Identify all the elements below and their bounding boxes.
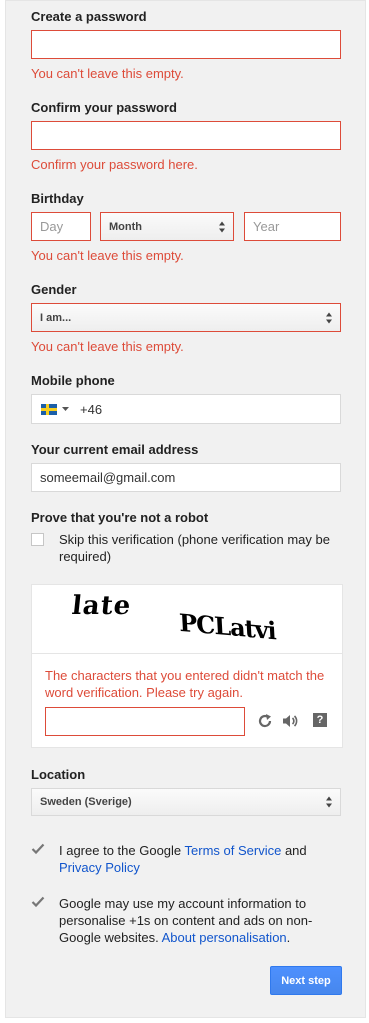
month-selected: Month bbox=[109, 220, 142, 233]
refresh-icon[interactable] bbox=[257, 713, 273, 729]
password-label: Create a password bbox=[31, 9, 147, 24]
location-selected: Sweden (Sverige) bbox=[40, 796, 132, 808]
gender-error: You can't leave this empty. bbox=[31, 339, 184, 354]
privacy-policy-link[interactable]: Privacy Policy bbox=[59, 860, 140, 875]
email-value: someemail@gmail.com bbox=[40, 470, 176, 485]
personalise-line2: personalise +1s on content and ads on no… bbox=[59, 913, 313, 928]
captcha-word2: PCLatvi bbox=[178, 607, 277, 646]
skip-verification-checkbox[interactable] bbox=[31, 533, 44, 546]
skip-verification-text: Skip this verification (phone verificati… bbox=[59, 531, 330, 565]
location-select[interactable]: Sweden (Sverige) bbox=[31, 788, 341, 816]
next-step-button[interactable]: Next step bbox=[270, 966, 342, 995]
terms-and: and bbox=[281, 843, 307, 858]
select-arrows-icon bbox=[326, 796, 333, 808]
terms-text: I agree to the Google Terms of Service a… bbox=[59, 842, 329, 876]
skip-text-line2: required) bbox=[59, 549, 112, 564]
gender-select[interactable]: I am... bbox=[31, 303, 341, 332]
password-error: You can't leave this empty. bbox=[31, 66, 184, 81]
mobile-phone-value: +46 bbox=[80, 401, 103, 417]
terms-checkbox[interactable] bbox=[31, 843, 45, 856]
confirm-password-error: Confirm your password here. bbox=[31, 157, 198, 172]
personalise-checkbox[interactable] bbox=[31, 896, 45, 909]
sweden-flag-icon bbox=[41, 403, 57, 415]
day-placeholder: Day bbox=[40, 219, 64, 234]
birthday-label: Birthday bbox=[31, 191, 84, 206]
personalise-end: . bbox=[286, 930, 291, 945]
checkmark-icon bbox=[31, 896, 45, 908]
terms-prefix: I agree to the Google bbox=[59, 843, 185, 858]
select-arrows-icon bbox=[219, 221, 226, 232]
audio-icon[interactable] bbox=[282, 713, 298, 729]
personalise-line1: Google may use my account information to bbox=[59, 896, 307, 911]
captcha-box: late PCLatvi The characters that you ent… bbox=[31, 584, 343, 748]
confirm-password-label: Confirm your password bbox=[31, 100, 177, 115]
personalise-line3: Google websites. About personalisation. bbox=[59, 929, 339, 946]
personalise-line3-text: Google websites. bbox=[59, 930, 162, 945]
birthday-year-field[interactable]: Year bbox=[244, 212, 341, 241]
email-label: Your current email address bbox=[31, 442, 199, 457]
captcha-error: The characters that you entered didn't m… bbox=[45, 667, 324, 701]
about-personalisation-link[interactable]: About personalisation bbox=[162, 930, 287, 945]
email-field[interactable]: someemail@gmail.com bbox=[31, 463, 341, 492]
captcha-error-line2: word verification. Please try again. bbox=[45, 685, 243, 700]
birthday-month-select[interactable]: Month bbox=[100, 212, 234, 241]
gender-selected: I am... bbox=[40, 311, 72, 324]
password-field[interactable] bbox=[31, 30, 341, 59]
birthday-error: You can't leave this empty. bbox=[31, 248, 184, 263]
captcha-image: late PCLatvi bbox=[32, 585, 342, 654]
captcha-word1: late bbox=[70, 591, 133, 621]
captcha-input[interactable] bbox=[45, 707, 245, 736]
birthday-day-field[interactable]: Day bbox=[31, 212, 91, 241]
mobile-phone-field[interactable]: +46 bbox=[31, 394, 341, 424]
country-flag-dropdown[interactable] bbox=[41, 403, 69, 415]
captcha-error-line1: The characters that you entered didn't m… bbox=[45, 668, 325, 683]
chevron-down-icon bbox=[62, 407, 69, 411]
help-icon[interactable]: ? bbox=[313, 713, 327, 727]
year-placeholder: Year bbox=[253, 219, 280, 234]
gender-label: Gender bbox=[31, 282, 77, 297]
robot-label: Prove that you're not a robot bbox=[31, 510, 209, 525]
skip-text-line1: Skip this verification (phone verificati… bbox=[59, 532, 330, 547]
mobile-phone-label: Mobile phone bbox=[31, 373, 115, 388]
confirm-password-field[interactable] bbox=[31, 121, 341, 150]
select-arrows-icon bbox=[326, 312, 333, 323]
personalise-text: Google may use my account information to… bbox=[59, 895, 339, 946]
location-label: Location bbox=[31, 767, 86, 782]
terms-of-service-link[interactable]: Terms of Service bbox=[185, 843, 282, 858]
checkmark-icon bbox=[31, 843, 45, 855]
